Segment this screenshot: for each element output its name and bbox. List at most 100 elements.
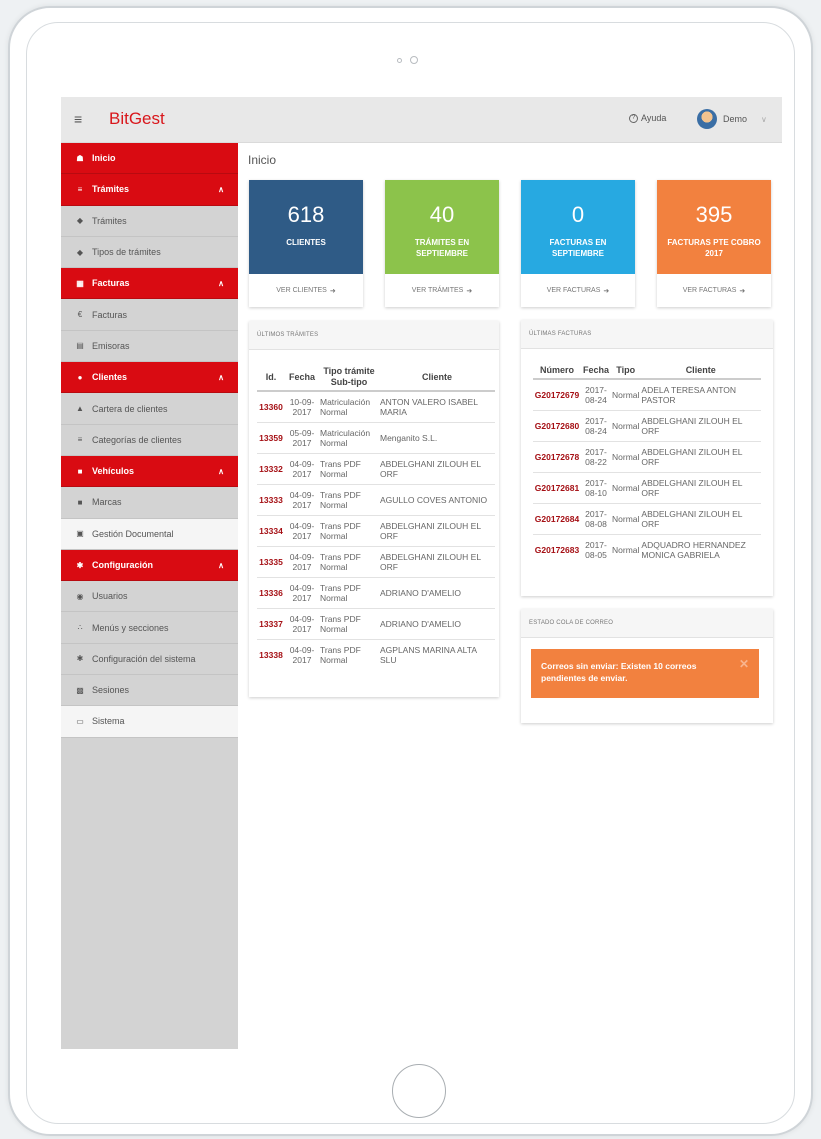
table-row[interactable]: G20172683 2017-08-05 Normal ADQUADRO HERNAN… — [533, 533, 761, 565]
cell-tipo: Normal — [611, 471, 641, 503]
cell-fecha: 2017-08-05 — [581, 533, 611, 565]
close-icon[interactable]: ✕ — [739, 658, 749, 670]
sidebar-item-18[interactable]: ▭ Sistema — [61, 706, 238, 738]
sidebar-item-1[interactable]: ≡ Trámites ∧ — [61, 174, 238, 206]
sidebar-item-13[interactable]: ✱ Configuración ∧ — [61, 549, 238, 582]
sidebar-item-label: Facturas — [92, 278, 130, 289]
cell-tipo: Trans PDF Normal — [319, 545, 379, 577]
cell-tipo: Normal — [611, 378, 641, 410]
table-row[interactable]: G20172684 2017-08-08 Normal ABDELGHANI ZILO… — [533, 502, 761, 534]
table-row[interactable]: 13336 04-09-2017 Trans PDF Normal ADRIANO D'… — [257, 576, 495, 608]
ver-clientes-link[interactable]: VER CLIENTES ➜ — [249, 274, 363, 307]
file-icon: ▩ — [76, 685, 84, 695]
stat-label: TRÁMITES EN SEPTIEMBRE — [414, 238, 470, 258]
sidebar-item-10[interactable]: ■ Vehículos ∧ — [61, 455, 238, 488]
user-circle-icon: ◉ — [76, 591, 84, 601]
table-row[interactable]: 13332 04-09-2017 Trans PDF Normal ABDELGHANI… — [257, 452, 495, 484]
cell-cliente: ADRIANO D'AMELIO — [379, 607, 495, 639]
cell-numero: G20172683 — [533, 533, 581, 565]
table-row[interactable]: 13335 04-09-2017 Trans PDF Normal ABDELGHANI… — [257, 545, 495, 577]
panel-title: ESTADO COLA DE CORREO — [521, 609, 773, 638]
page-title: Inicio — [248, 153, 277, 167]
sidebar-item-7[interactable]: ● Clientes ∧ — [61, 362, 238, 394]
table-row[interactable]: 13333 04-09-2017 Trans PDF Normal AGULLO COV… — [257, 483, 495, 515]
ultimas-facturas-panel: ÚLTIMAS FACTURAS Número Fecha Tipo Clien… — [521, 320, 773, 596]
tag-icon: ◆ — [76, 216, 84, 226]
table-row[interactable]: 13337 04-09-2017 Trans PDF Normal ADRIANO D'… — [257, 607, 495, 639]
col-id: Id. — [257, 364, 285, 392]
cell-fecha: 2017-08-10 — [581, 471, 611, 503]
sidebar-item-2[interactable]: ◆ Trámites — [61, 206, 238, 237]
sidebar-item-label: Trámites — [92, 215, 127, 226]
cell-numero: G20172679 — [533, 378, 581, 410]
help-label: Ayuda — [641, 113, 667, 123]
col-fecha: Fecha — [581, 363, 611, 380]
stat-box: 40 TRÁMITES EN SEPTIEMBRE — [385, 180, 499, 274]
app-brand[interactable]: BitGest — [109, 109, 165, 129]
sidebar-item-16[interactable]: ✱ Configuración del sistema — [61, 644, 238, 676]
table-row[interactable]: 13360 10-09-2017 Matriculación Normal ANTON … — [257, 390, 495, 422]
sidebar-item-5[interactable]: € Facturas — [61, 299, 238, 331]
cell-id: 13335 — [257, 545, 285, 577]
panel-title: ÚLTIMAS FACTURAS — [521, 320, 773, 349]
cell-cliente: AGULLO COVES ANTONIO — [379, 483, 495, 515]
sidebar-item-14[interactable]: ◉ Usuarios — [61, 581, 238, 613]
user-menu[interactable]: Demo ∨ — [697, 109, 767, 129]
desktop-icon: ▭ — [76, 716, 84, 726]
col-fecha: Fecha — [285, 364, 319, 392]
stat-card-facturas: 0 FACTURAS EN SEPTIEMBRE VER FACTURAS ➜ — [521, 180, 635, 307]
sidebar-item-0[interactable]: ☗ Inicio — [61, 143, 238, 175]
table-row[interactable]: 13334 04-09-2017 Trans PDF Normal ABDELGHANI… — [257, 514, 495, 546]
cell-fecha: 04-09-2017 — [285, 514, 319, 546]
table-row[interactable]: G20172680 2017-08-24 Normal ABDELGHANI ZILO… — [533, 409, 761, 441]
sidebar-item-label: Inicio — [92, 153, 116, 164]
stat-card-facturas-pte: 395 FACTURAS PTE COBRO 2017 VER FACTURAS… — [657, 180, 771, 307]
table-row[interactable]: G20172679 2017-08-24 Normal ADELA TERESA AN… — [533, 378, 761, 410]
stat-value: 395 — [695, 202, 733, 227]
table-row[interactable]: G20172681 2017-08-10 Normal ABDELGHANI ZILO… — [533, 471, 761, 503]
stat-value: 40 — [429, 202, 455, 227]
sidebar-item-4[interactable]: ▦ Facturas ∧ — [61, 268, 238, 300]
car-icon: ■ — [77, 497, 83, 507]
sidebar-item-3[interactable]: ◆ Tipos de trámites — [61, 237, 238, 269]
book-icon: ▣ — [76, 529, 84, 539]
home-button[interactable] — [392, 1064, 446, 1118]
alert-message: Correos sin enviar: Existen 10 correos p… — [541, 661, 697, 683]
sidebar-item-12[interactable]: ▣ Gestión Documental — [61, 518, 238, 550]
sidebar-item-9[interactable]: ≡ Categorías de clientes — [61, 425, 238, 456]
gear-icon: ✱ — [76, 560, 84, 570]
sidebar-item-label: Trámites — [92, 184, 130, 195]
cell-tipo: Trans PDF Normal — [319, 452, 379, 484]
facturas-table: Número Fecha Tipo Cliente G20172679 2017-… — [533, 363, 761, 565]
cell-id: 13334 — [257, 514, 285, 546]
sidebar-item-15[interactable]: ∴ Menús y secciones — [61, 612, 238, 644]
cell-cliente: ANTON VALERO ISABEL MARIA — [379, 390, 495, 422]
tablet-camera — [397, 56, 418, 64]
list-icon: ≡ — [77, 435, 83, 445]
chevron-up-icon: ∧ — [218, 279, 224, 289]
table-row[interactable]: 13359 05-09-2017 Matriculación Normal Mengan… — [257, 421, 495, 453]
table-row[interactable]: 13338 04-09-2017 Trans PDF Normal AGPLANS MA… — [257, 638, 495, 670]
tag-icon: ◆ — [76, 247, 84, 257]
sidebar-item-11[interactable]: ■ Marcas — [61, 487, 238, 519]
sidebar-item-label: Marcas — [92, 497, 122, 508]
table-row[interactable]: G20172678 2017-08-22 Normal ABDELGHANI ZILO… — [533, 440, 761, 472]
ver-facturas-pte-link[interactable]: VER FACTURAS ➜ — [657, 274, 771, 307]
cell-tipo: Trans PDF Normal — [319, 638, 379, 670]
sidebar-item-6[interactable]: ▤ Emisoras — [61, 331, 238, 363]
car-icon: ■ — [77, 466, 83, 476]
cell-fecha: 05-09-2017 — [285, 421, 319, 453]
cell-tipo: Normal — [611, 502, 641, 534]
cell-tipo: Normal — [611, 533, 641, 565]
ver-facturas-link[interactable]: VER FACTURAS ➜ — [521, 274, 635, 307]
col-tipo: Tipo trámite Sub-tipo — [319, 364, 379, 392]
arrow-right-icon: ➜ — [329, 287, 336, 295]
stat-box: 618 CLIENTES — [249, 180, 363, 274]
help-link[interactable]: ? Ayuda — [629, 113, 666, 123]
sidebar-item-8[interactable]: ▲ Cartera de clientes — [61, 393, 238, 425]
tramites-table: Id. Fecha Tipo trámite Sub-tipo Cliente 1… — [257, 364, 495, 670]
ver-tramites-link[interactable]: VER TRÁMITES ➜ — [385, 274, 499, 307]
stat-card-tramites: 40 TRÁMITES EN SEPTIEMBRE VER TRÁMITES ➜ — [385, 180, 499, 307]
sidebar-item-17[interactable]: ▩ Sesiones — [61, 675, 238, 707]
hamburger-icon[interactable]: ≡ — [74, 111, 82, 127]
